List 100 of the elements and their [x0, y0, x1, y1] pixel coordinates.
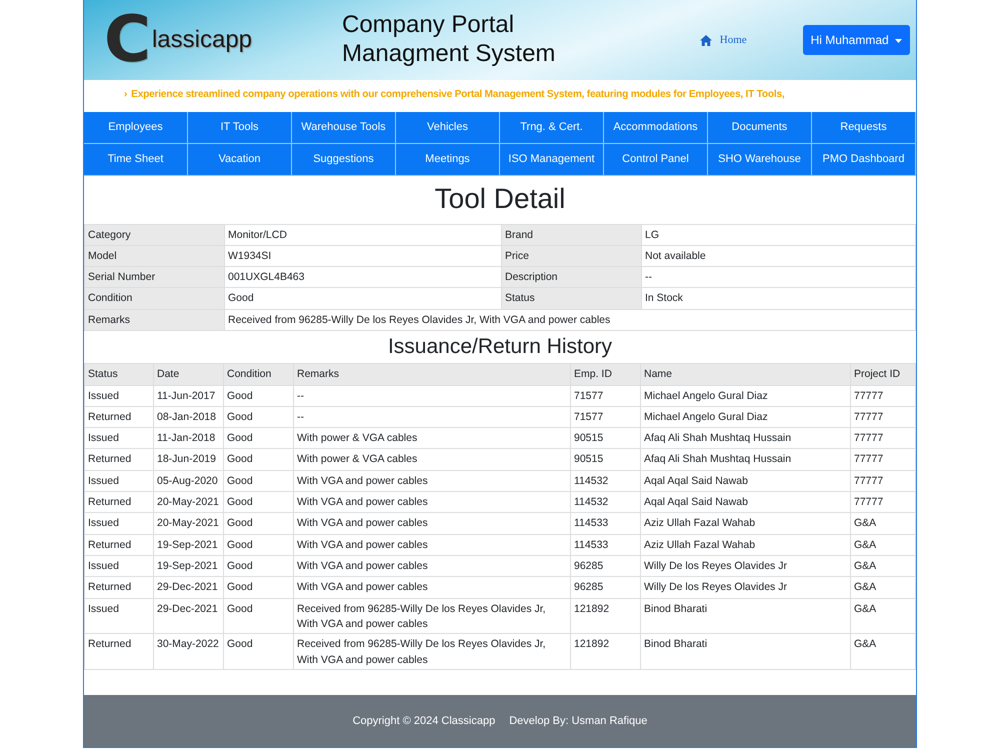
table-cell: 29-Dec-2021 [154, 576, 224, 598]
table-cell: -- [294, 385, 570, 406]
copyright-text: Copyright © 2024 Classicapp [352, 714, 496, 729]
table-cell: 08-Jan-2018 [154, 406, 224, 428]
table-cell: 114533 [570, 534, 640, 556]
field-value: W1934SI [224, 245, 502, 267]
field-value: LG [642, 224, 916, 246]
table-cell: With VGA and power cables [294, 470, 570, 492]
nav-item[interactable]: Employees [84, 112, 188, 144]
table-cell: Returned [84, 576, 154, 598]
table-cell: Good [224, 470, 294, 492]
column-header: Project ID [850, 364, 916, 386]
table-cell: Returned [84, 534, 154, 556]
table-cell: With power & VGA cables [294, 448, 570, 470]
table-cell: 20-May-2021 [154, 512, 224, 534]
table-cell: Binod Bharati [640, 634, 850, 670]
table-cell: 11-Jun-2017 [154, 385, 224, 406]
home-link[interactable]: Home [720, 32, 747, 48]
table-cell: Issued [84, 555, 154, 577]
table-cell: G&A [850, 534, 916, 556]
table-cell: 77777 [850, 406, 916, 428]
nav-item[interactable]: Trng. & Cert. [500, 112, 604, 144]
table-cell: 96285 [570, 555, 640, 577]
table-cell: Willy De los Reyes Olavides Jr [640, 576, 850, 598]
column-header: Emp. ID [570, 364, 640, 386]
field-value: In Stock [642, 288, 916, 310]
nav-item[interactable]: Suggestions [292, 144, 396, 176]
nav-item[interactable]: IT Tools [188, 112, 292, 144]
table-cell: 121892 [570, 634, 640, 670]
page-title: Tool Detail [434, 182, 566, 216]
nav-item[interactable]: Accommodations [604, 112, 708, 144]
nav-item[interactable]: Time Sheet [84, 144, 188, 176]
table-cell: 114533 [570, 512, 640, 534]
table-cell: 77777 [850, 448, 916, 470]
nav-item[interactable]: Control Panel [604, 144, 708, 176]
table-cell: 29-Dec-2021 [154, 598, 224, 634]
field-label: Condition [84, 288, 224, 310]
table-cell: 77777 [850, 470, 916, 492]
table-cell: Good [224, 512, 294, 534]
table-cell: G&A [850, 555, 916, 577]
table-cell: Aqal Aqal Said Nawab [640, 470, 850, 492]
ticker-text: Experience streamlined company operations with our comprehensive Portal Management System, featuring modules for Employees, IT Tools, [131, 88, 784, 102]
table-cell: Issued [84, 512, 154, 534]
table-cell: 30-May-2022 [154, 634, 224, 670]
column-header: Condition [224, 364, 294, 386]
field-value: Received from 96285-Willy De los Reyes Olavides Jr, With VGA and power cables [224, 309, 916, 331]
home-icon[interactable] [700, 34, 712, 46]
table-cell: Issued [84, 470, 154, 492]
table-cell: 96285 [570, 576, 640, 598]
table-cell: With VGA and power cables [294, 512, 570, 534]
table-cell: G&A [850, 598, 916, 634]
table-cell: Returned [84, 492, 154, 513]
table-cell: With power & VGA cables [294, 428, 570, 449]
table-cell: Issued [84, 598, 154, 634]
nav-item[interactable]: Requests [812, 112, 916, 144]
table-cell: 11-Jan-2018 [154, 428, 224, 449]
nav-item[interactable]: SHO Warehouse [708, 144, 812, 176]
table-cell: 71577 [570, 385, 640, 406]
table-cell: Aziz Ullah Fazal Wahab [640, 512, 850, 534]
table-cell: Good [224, 534, 294, 556]
table-cell: Good [224, 406, 294, 428]
nav-item[interactable]: ISO Management [500, 144, 604, 176]
field-label: Serial Number [84, 266, 224, 288]
app-title: Company Portal [342, 11, 516, 40]
table-cell: 05-Aug-2020 [154, 470, 224, 492]
table-cell: With VGA and power cables [294, 534, 570, 556]
table-cell: Afaq Ali Shah Mushtaq Hussain [640, 428, 850, 449]
field-value: Monitor/LCD [224, 224, 502, 246]
table-cell: With VGA and power cables [294, 576, 570, 598]
table-cell: G&A [850, 576, 916, 598]
field-label: Remarks [84, 309, 224, 331]
table-cell: G&A [850, 512, 916, 534]
table-cell: 19-Sep-2021 [154, 534, 224, 556]
table-cell: 90515 [570, 448, 640, 470]
table-cell: Afaq Ali Shah Mushtaq Hussain [640, 448, 850, 470]
table-cell: Received from 96285-Willy De los Reyes Olavides Jr, With VGA and power cables [294, 598, 570, 634]
table-cell: With VGA and power cables [294, 492, 570, 513]
nav-item[interactable]: Vacation [188, 144, 292, 176]
chevron-icon: › [124, 87, 128, 103]
field-value: Good [224, 288, 502, 310]
column-header: Date [154, 364, 224, 386]
column-header: Name [640, 364, 850, 386]
table-cell: 114532 [570, 492, 640, 513]
logo-initial: C [104, 8, 151, 72]
nav-item[interactable]: PMO Dashboard [812, 144, 916, 176]
table-cell: Returned [84, 406, 154, 428]
logo-text: lassicapp [152, 25, 252, 55]
table-cell: G&A [850, 634, 916, 670]
field-label: Category [84, 224, 224, 246]
user-menu-button[interactable]: Hi Muhammad [802, 25, 910, 55]
table-cell: Willy De los Reyes Olavides Jr [640, 555, 850, 577]
nav-item[interactable]: Meetings [396, 144, 500, 176]
table-cell: Good [224, 492, 294, 513]
table-cell: -- [294, 406, 570, 428]
section-title: Issuance/Return History [386, 334, 614, 360]
nav-item[interactable]: Vehicles [396, 112, 500, 144]
nav-item[interactable]: Documents [708, 112, 812, 144]
table-cell: Michael Angelo Gural Diaz [640, 385, 850, 406]
nav-item[interactable]: Warehouse Tools [292, 112, 396, 144]
table-cell: Binod Bharati [640, 598, 850, 634]
